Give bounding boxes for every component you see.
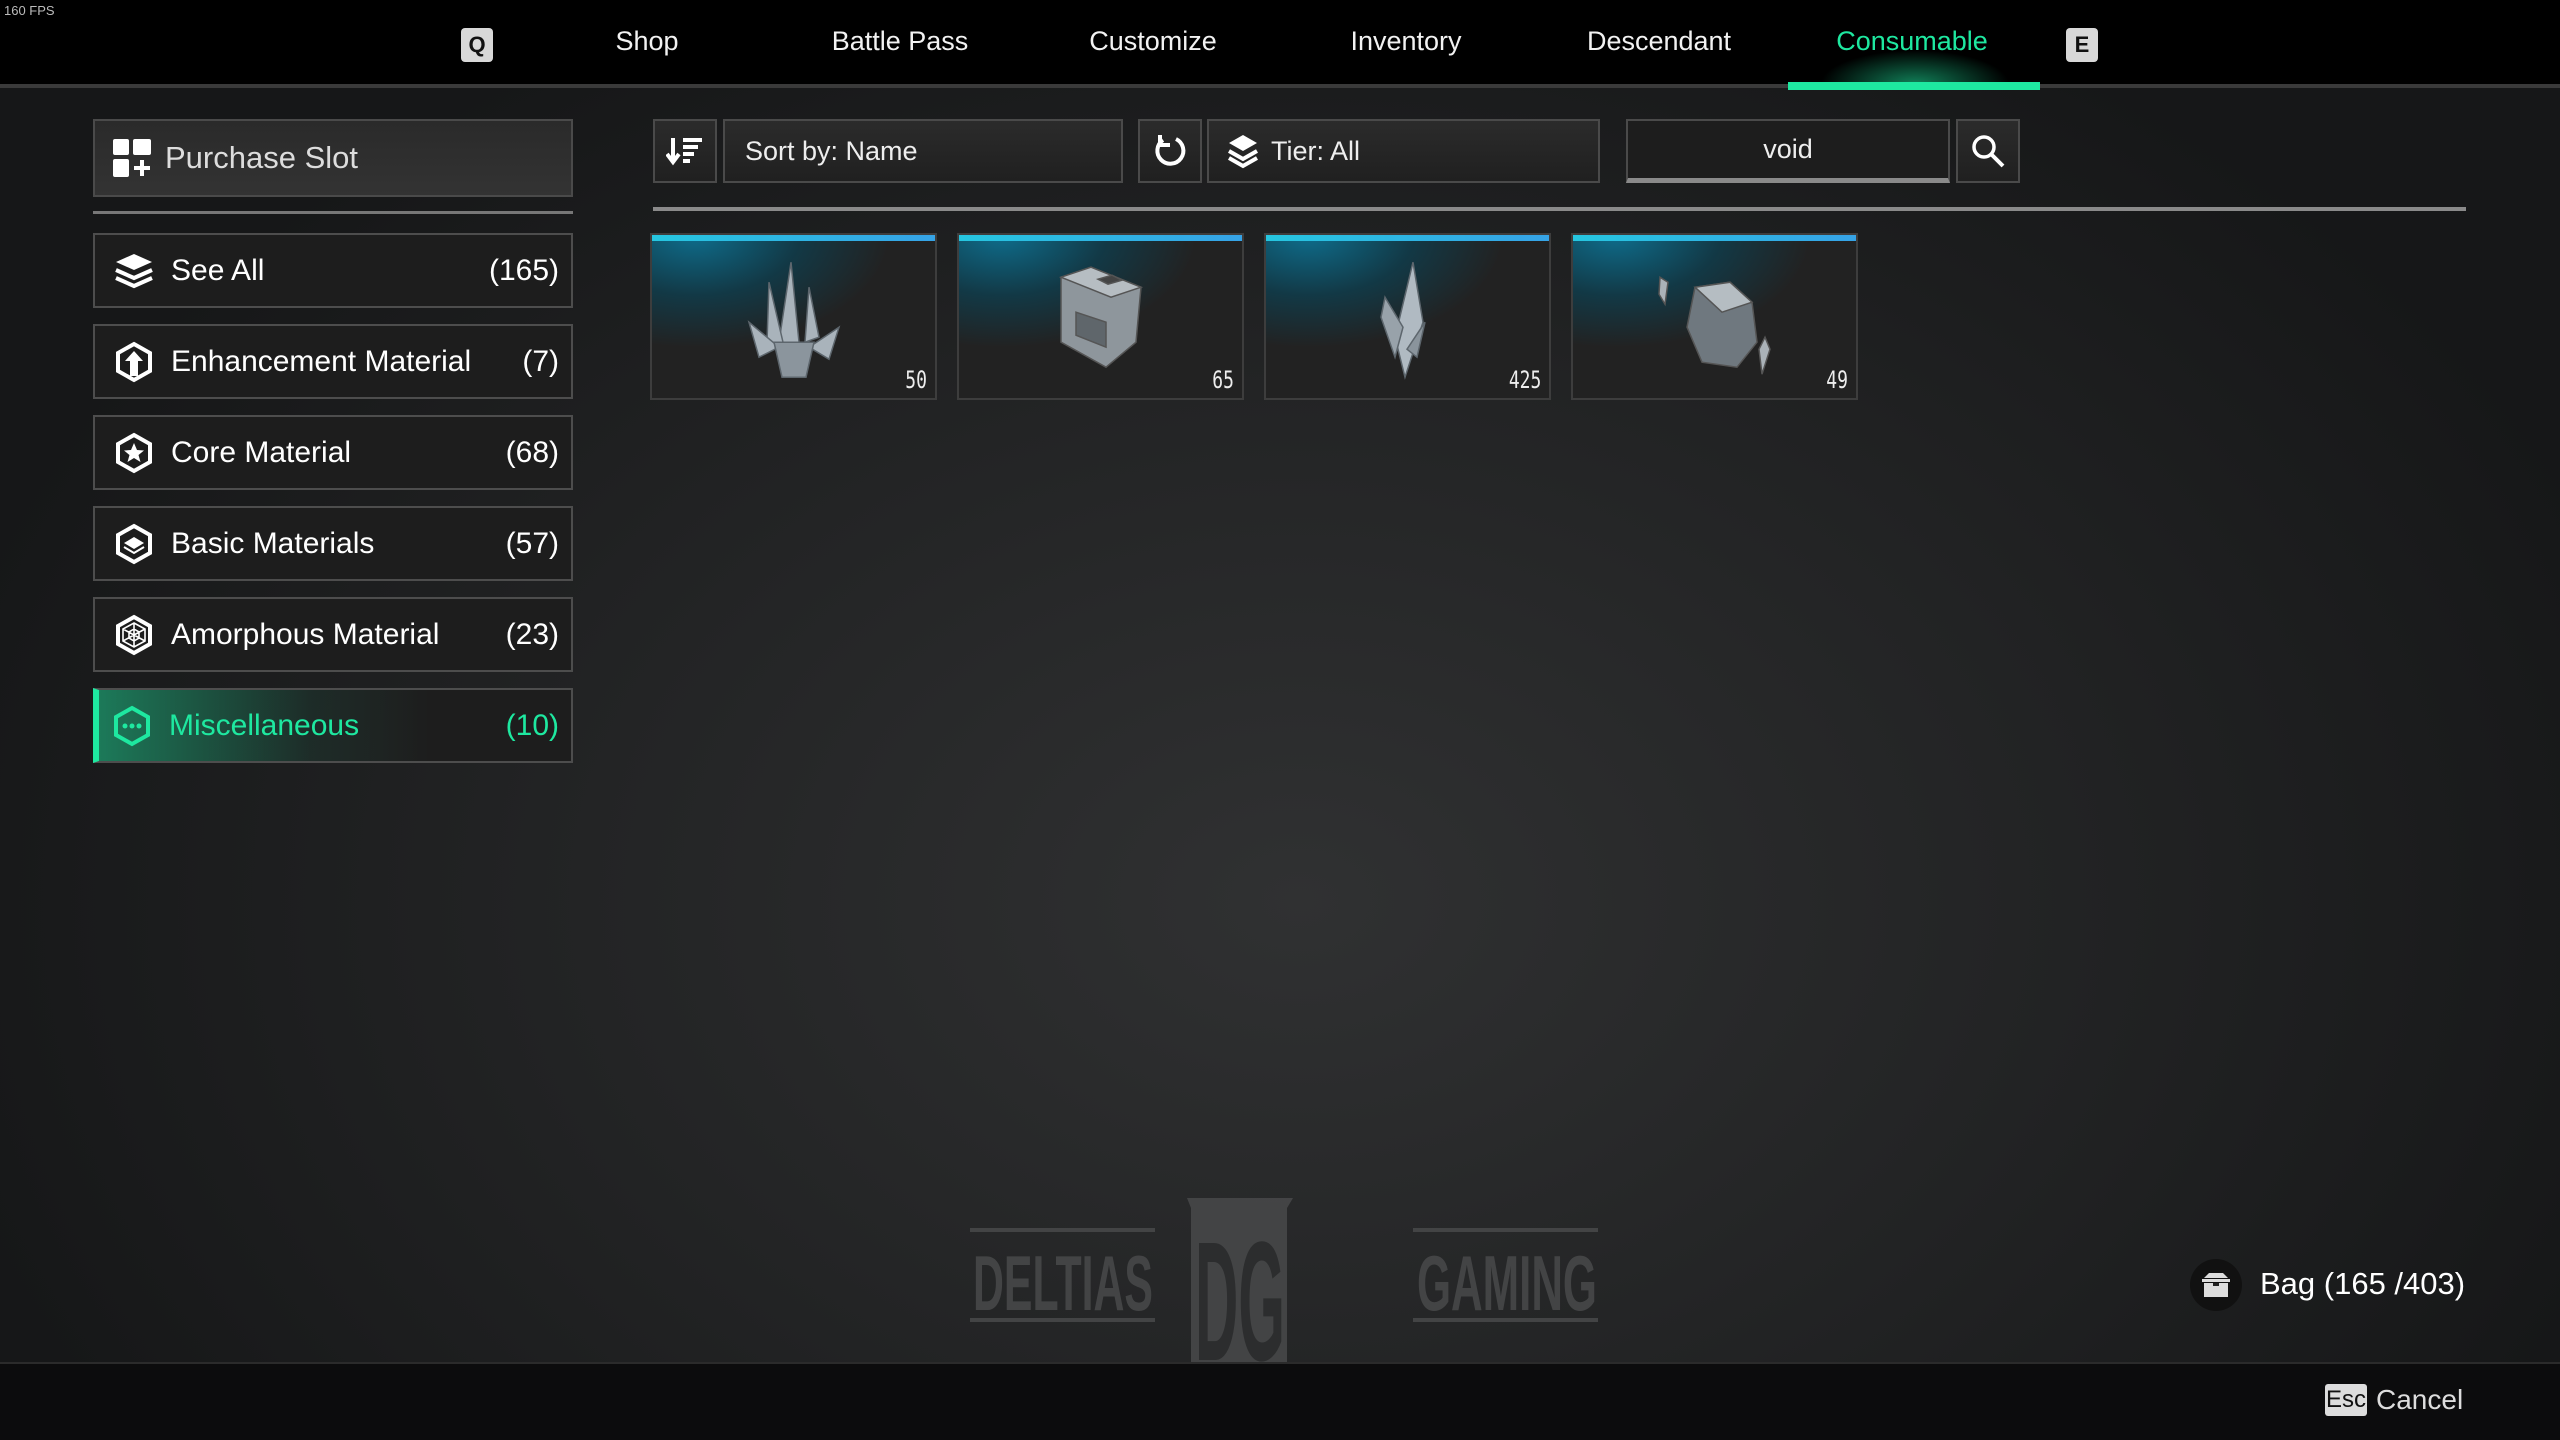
refresh-button[interactable] — [1138, 119, 1202, 183]
category-count: (68) — [505, 435, 559, 469]
category-label: Amorphous Material — [171, 617, 440, 651]
tab-inventory[interactable]: Inventory — [1350, 26, 1461, 57]
grid-plus-icon — [113, 139, 151, 177]
hex-web-icon — [113, 614, 155, 656]
fps-counter: 160 FPS — [4, 3, 55, 18]
hex-star-icon — [113, 432, 155, 474]
sort-order-button[interactable] — [653, 119, 717, 183]
toolbar-divider — [653, 207, 2466, 211]
sidebar-item-miscellaneous[interactable]: Miscellaneous (10) — [93, 688, 573, 763]
sidebar-item-amorphous-material[interactable]: Amorphous Material (23) — [93, 597, 573, 672]
item-slot[interactable]: 65 — [957, 233, 1244, 400]
sort-descending-icon — [666, 138, 702, 166]
tab-shop[interactable]: Shop — [615, 26, 678, 57]
esc-key[interactable]: Esc — [2325, 1384, 2367, 1416]
search-button[interactable] — [1956, 119, 2020, 183]
crystal-shard-icon — [1379, 261, 1426, 380]
hex-arrow-up-icon — [113, 341, 155, 383]
bag-capacity: Bag (165 /403) — [2260, 1266, 2466, 1301]
tab-descendant[interactable]: Descendant — [1587, 26, 1731, 57]
purchase-slot-button[interactable]: Purchase Slot — [93, 119, 573, 197]
item-quantity: 50 — [905, 366, 927, 394]
tier-label: Tier: All — [1271, 135, 1361, 166]
bag-icon — [2190, 1259, 2242, 1311]
hex-dots-icon — [111, 705, 153, 747]
svg-text:DELTIAS: DELTIAS — [973, 1239, 1153, 1327]
sidebar-divider — [93, 211, 573, 214]
item-slot[interactable]: 425 — [1264, 233, 1551, 400]
item-quantity: 65 — [1212, 366, 1234, 394]
sidebar-item-see-all[interactable]: See All (165) — [93, 233, 573, 308]
category-label: Basic Materials — [171, 526, 375, 560]
hex-layer-icon — [113, 523, 155, 565]
tier-icon — [1228, 135, 1258, 169]
search-value: void — [1763, 134, 1813, 164]
sidebar-item-basic-materials[interactable]: Basic Materials (57) — [93, 506, 573, 581]
search-icon — [1972, 135, 2005, 168]
bottom-bar — [0, 1362, 2560, 1440]
next-tab-key[interactable]: E — [2066, 28, 2098, 62]
category-label: Enhancement Material — [171, 344, 472, 378]
sidebar-item-enhancement-material[interactable]: Enhancement Material (7) — [93, 324, 573, 399]
item-quantity: 425 — [1508, 366, 1541, 394]
category-count: (165) — [488, 253, 559, 287]
tier-filter-dropdown[interactable]: Tier: All — [1207, 119, 1600, 183]
category-label: See All — [171, 253, 265, 287]
layers-icon — [113, 250, 155, 292]
item-slot[interactable]: 49 — [1571, 233, 1858, 400]
faceted-stone-icon — [1657, 275, 1771, 374]
metal-block-icon — [1058, 265, 1143, 368]
tab-customize[interactable]: Customize — [1089, 26, 1217, 57]
sort-label: Sort by: Name — [745, 135, 918, 166]
category-label: Miscellaneous — [169, 708, 360, 742]
top-nav-bar — [0, 0, 2560, 88]
refresh-icon — [1155, 135, 1186, 166]
category-count: (57) — [505, 526, 559, 560]
search-input[interactable]: void — [1626, 119, 1950, 183]
tab-battle-pass[interactable]: Battle Pass — [832, 26, 969, 57]
svg-text:GAMING: GAMING — [1417, 1239, 1597, 1327]
tab-consumable[interactable]: Consumable — [1836, 26, 1988, 57]
item-slot[interactable]: 50 — [650, 233, 937, 400]
active-tab-underline — [1788, 82, 2040, 90]
prev-tab-key[interactable]: Q — [461, 28, 493, 62]
crystal-cluster-icon — [747, 261, 840, 378]
category-count: (7) — [522, 344, 559, 378]
item-quantity: 49 — [1826, 366, 1848, 394]
purchase-slot-label: Purchase Slot — [165, 140, 358, 175]
category-label: Core Material — [171, 435, 352, 469]
category-count: (10) — [505, 708, 559, 742]
category-count: (23) — [505, 617, 559, 651]
cancel-button[interactable]: Cancel — [2376, 1384, 2463, 1416]
sort-dropdown[interactable]: Sort by: Name — [723, 119, 1123, 183]
sidebar-item-core-material[interactable]: Core Material (68) — [93, 415, 573, 490]
